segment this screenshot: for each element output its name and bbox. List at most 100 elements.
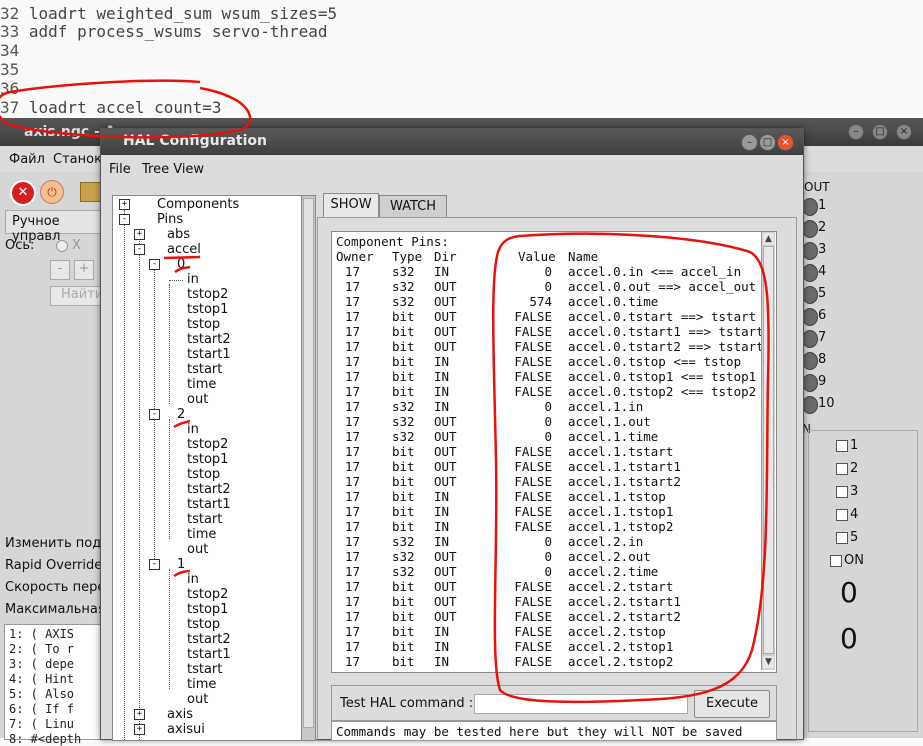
tree-leaf[interactable]: tstart2 — [187, 482, 231, 497]
tree-leaf[interactable]: time — [187, 677, 216, 692]
menu-machine[interactable]: Станок — [53, 152, 102, 167]
pin-name: accel.2.in — [568, 534, 644, 549]
collapse-icon[interactable]: - — [149, 409, 160, 420]
component-pins-panel[interactable]: Component Pins: Owner Type Dir Value Nam… — [331, 231, 777, 673]
expand-icon[interactable]: + — [134, 724, 145, 735]
tab-show[interactable]: SHOW — [323, 193, 379, 218]
tree-leaf[interactable]: out — [187, 692, 208, 707]
pin-dir: OUT — [434, 549, 457, 564]
axis-toolbar: ✕ ⏻ — [0, 174, 110, 208]
pins-header: Component Pins: — [336, 234, 449, 249]
menu-tree-view[interactable]: Tree View — [142, 162, 204, 177]
tree-leaf[interactable]: tstart1 — [187, 647, 231, 662]
pin-row: 17 bit OUT FALSE accel.1.tstart — [336, 444, 766, 459]
close-icon[interactable]: × — [777, 134, 794, 151]
tab-watch[interactable]: WATCH — [379, 195, 447, 218]
checkbox[interactable] — [836, 486, 848, 498]
tree-leaf[interactable]: tstop2 — [187, 587, 228, 602]
scroll-up-icon[interactable]: ▲ — [763, 233, 774, 245]
scrollbar-thumb[interactable] — [303, 198, 314, 728]
hal-titlebar[interactable]: HAL Configuration – □ × — [101, 129, 803, 155]
tree-leaf[interactable]: tstart2 — [187, 332, 231, 347]
tree-leaf[interactable]: tstart — [187, 362, 222, 377]
tree-node-axisui[interactable]: axisui — [167, 722, 205, 737]
tree-leaf[interactable]: tstop2 — [187, 437, 228, 452]
pins-scrollbar[interactable]: ▲ ▼ — [761, 232, 775, 670]
tree-leaf[interactable]: out — [187, 392, 208, 407]
code-editor[interactable]: 32 loadrt weighted_sum wsum_sizes=5 33 a… — [0, 0, 923, 120]
tree-node-accel[interactable]: accel — [167, 242, 201, 257]
tree-leaf[interactable]: time — [187, 377, 216, 392]
tree-node-pins[interactable]: Pins — [157, 212, 183, 227]
tree-node-axis[interactable]: axis — [167, 707, 193, 722]
pin-dir: IN — [434, 534, 450, 549]
tree-leaf[interactable]: in — [187, 272, 199, 287]
scroll-down-icon[interactable]: ▼ — [763, 656, 774, 668]
led-label: 8 — [818, 352, 827, 367]
tree-leaf[interactable]: tstart1 — [187, 497, 231, 512]
tab-manual[interactable]: Ручное управл — [5, 210, 107, 244]
pin-row: 17 bit OUT FALSE accel.0.tstart2 ==> tstart2 — [336, 339, 771, 354]
jog-plus-button[interactable]: + — [74, 260, 94, 280]
pin-row: 17 bit IN FALSE accel.2.tstop1 — [336, 639, 766, 654]
power-icon[interactable]: ⏻ — [40, 180, 64, 204]
tree-leaf[interactable]: tstop — [187, 467, 220, 482]
tree-node-accel-1[interactable]: 1 — [177, 557, 185, 572]
pin-value: FALSE — [514, 639, 552, 654]
column-type: Type — [392, 249, 423, 264]
tree-leaf[interactable]: tstart — [187, 662, 222, 677]
execute-button[interactable]: Execute — [694, 690, 770, 718]
pin-type: bit — [392, 609, 415, 624]
tree-leaf[interactable]: tstart — [187, 512, 222, 527]
maximize-icon[interactable]: □ — [759, 134, 776, 151]
close-icon[interactable]: × — [896, 124, 912, 140]
pin-value: FALSE — [514, 594, 552, 609]
tree-leaf[interactable]: tstart1 — [187, 347, 231, 362]
checkbox[interactable] — [836, 532, 848, 544]
minimize-icon[interactable]: – — [741, 134, 758, 151]
pin-row: 17 s32 OUT 574 accel.0.time — [336, 294, 766, 309]
checkbox[interactable] — [830, 555, 842, 567]
tree-leaf[interactable]: tstop2 — [187, 287, 228, 302]
expand-icon[interactable]: + — [134, 709, 145, 720]
hal-tree-view[interactable]: + Components - Pins + abs - accel - 0 in… — [112, 195, 304, 741]
test-hal-input[interactable] — [474, 694, 688, 714]
expand-icon[interactable]: + — [119, 199, 130, 210]
collapse-icon[interactable]: - — [134, 244, 145, 255]
checkbox[interactable] — [836, 440, 848, 452]
pin-row: 17 bit OUT FALSE accel.2.tstart — [336, 579, 766, 594]
checkbox[interactable] — [836, 463, 848, 475]
checkbox[interactable] — [836, 509, 848, 521]
tree-leaf[interactable]: tstop1 — [187, 452, 228, 467]
tree-leaf[interactable]: time — [187, 527, 216, 542]
estop-icon[interactable]: ✕ — [10, 180, 36, 206]
tree-leaf[interactable]: tstop — [187, 617, 220, 632]
tree-leaf[interactable]: in — [187, 572, 199, 587]
collapse-icon[interactable]: - — [149, 259, 160, 270]
tree-leaf[interactable]: tstop — [187, 317, 220, 332]
menu-file[interactable]: Файл — [9, 152, 45, 167]
collapse-icon[interactable]: - — [149, 559, 160, 570]
tree-scrollbar[interactable] — [301, 195, 316, 741]
scrollbar-thumb[interactable] — [763, 246, 774, 654]
tree-leaf[interactable]: in — [187, 422, 199, 437]
tree-node-abs[interactable]: abs — [167, 227, 190, 242]
tree-leaf[interactable]: tstop1 — [187, 602, 228, 617]
jog-minus-button[interactable]: - — [50, 260, 70, 280]
axis-x-radio[interactable] — [56, 240, 68, 252]
tree-node-accel-2[interactable]: 2 — [177, 407, 185, 422]
collapse-icon[interactable]: - — [119, 214, 130, 225]
menu-file[interactable]: File — [109, 162, 131, 177]
pin-value: 0 — [544, 564, 552, 579]
gcode-line: 8: #<depth — [9, 732, 82, 746]
tree-node-accel-0[interactable]: 0 — [177, 257, 185, 272]
expand-icon[interactable]: + — [134, 229, 145, 240]
pin-row: 17 bit IN FALSE accel.0.tstop1 <== tstop1 — [336, 369, 766, 384]
gcode-listing[interactable]: 1: ( AXIS 2: ( To r 3: ( depe 4: ( Hint … — [4, 624, 106, 746]
tree-leaf[interactable]: out — [187, 542, 208, 557]
maximize-icon[interactable]: □ — [872, 124, 888, 140]
tree-leaf[interactable]: tstart2 — [187, 632, 231, 647]
tree-leaf[interactable]: tstop1 — [187, 302, 228, 317]
minimize-icon[interactable]: – — [848, 124, 864, 140]
tree-node-components[interactable]: Components — [157, 197, 239, 212]
